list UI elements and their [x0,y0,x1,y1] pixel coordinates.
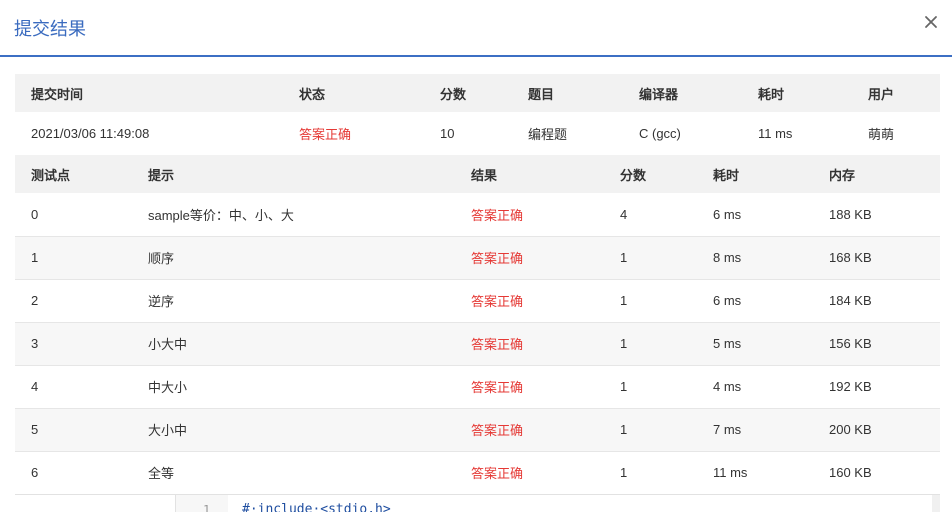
case-memory: 168 KB [829,250,872,265]
summary-header-cell: 编译器 [639,86,679,102]
dialog-title: 提交结果 [14,19,86,39]
case-score: 1 [620,379,628,394]
case-score: 1 [620,465,628,480]
case-id: 6 [31,465,39,480]
case-result: 答案正确 [471,294,524,309]
case-memory: 200 KB [829,422,872,437]
case-hint: 小大中 [148,337,188,352]
case-memory: 156 KB [829,336,872,351]
case-time: 8 ms [713,250,742,265]
summary-header-row: 提交时间 状态 分数 题目 编译器 耗时 用户 [15,74,940,112]
case-time: 11 ms [713,465,748,480]
cases-header-cell: 分数 [620,167,647,183]
summary-row: 2021/03/06 11:49:08 答案正确 10 编程题 C (gcc) … [15,112,940,155]
close-icon[interactable] [924,15,938,29]
cases-header-cell: 提示 [148,167,175,183]
submission-summary-table: 提交时间 状态 分数 题目 编译器 耗时 用户 2021/03/06 11:49… [15,74,940,155]
table-row: 5 大小中 答案正确 1 7 ms 200 KB [15,408,940,451]
case-id: 3 [31,336,39,351]
table-row: 2 逆序 答案正确 1 6 ms 184 KB [15,279,940,322]
scrollbar[interactable] [932,495,940,512]
summary-header-cell: 状态 [299,86,326,102]
case-memory: 192 KB [829,379,872,394]
time-used: 11 ms [758,126,793,141]
case-hint: 中大小 [148,380,188,395]
case-time: 6 ms [713,206,742,222]
line-number: 1 [203,503,211,512]
case-score: 1 [620,250,628,265]
case-result: 答案正确 [471,337,524,352]
case-id: 4 [31,379,39,394]
table-row: 3 小大中 答案正确 1 5 ms 156 KB [15,322,940,365]
case-hint: 大小中 [148,423,188,438]
summary-header-cell: 耗时 [758,86,785,102]
compiler: C (gcc) [639,126,681,141]
case-hint: 逆序 [148,294,175,309]
score: 10 [440,126,455,141]
code-viewer[interactable]: 1 #·include·<stdio.h> [15,494,940,512]
case-score: 1 [620,336,628,351]
case-id: 1 [31,250,39,265]
summary-header-cell: 提交时间 [31,86,84,102]
table-row: 6 全等 答案正确 1 11 ms 160 KB [15,451,940,494]
case-time: 7 ms [713,422,742,437]
code-line: #·include·<stdio.h> [242,502,391,512]
cases-header-cell: 耗时 [713,167,740,183]
case-result: 答案正确 [471,466,524,481]
cases-header-row: 测试点 提示 结果 分数 耗时 内存 [15,155,940,193]
cases-header-cell: 测试点 [31,167,71,183]
submit-time: 2021/03/06 11:49:08 [31,126,150,141]
case-score: 1 [620,293,628,308]
case-memory: 184 KB [829,293,872,308]
case-score: 1 [620,422,628,437]
case-id: 5 [31,422,39,437]
summary-header-cell: 题目 [528,86,555,102]
status-badge: 答案正确 [299,127,352,142]
case-result: 答案正确 [471,423,524,438]
summary-header-cell: 用户 [868,86,895,102]
cases-header-cell: 结果 [471,167,498,183]
case-result: 答案正确 [471,251,524,266]
table-row: 0 sample等价：中、小、大 答案正确 4 6 ms 188 KB [15,193,940,236]
problem-link[interactable]: 编程题 [512,112,623,155]
table-row: 4 中大小 答案正确 1 4 ms 192 KB [15,365,940,408]
case-result: 答案正确 [471,380,524,395]
summary-header-cell: 分数 [440,86,467,102]
code-gutter [175,495,228,512]
case-time: 6 ms [713,293,742,308]
case-memory: 188 KB [829,206,872,222]
case-id: 0 [31,206,39,222]
case-hint: 顺序 [148,251,175,266]
case-hint: sample等价：中、小、大 [148,207,294,223]
case-result: 答案正确 [471,207,524,223]
dialog-header: 提交结果 [0,0,952,57]
case-time: 4 ms [713,379,742,394]
table-row: 1 顺序 答案正确 1 8 ms 168 KB [15,236,940,279]
case-time: 5 ms [713,336,742,351]
cases-header-cell: 内存 [829,167,856,183]
case-score: 4 [620,206,628,222]
case-id: 2 [31,293,39,308]
case-hint: 全等 [148,466,175,481]
test-cases-table: 测试点 提示 结果 分数 耗时 内存 0 sample等价：中、小、大 答案正确… [15,155,940,495]
user-link[interactable]: 萌萌 [852,112,940,155]
case-memory: 160 KB [829,465,872,480]
